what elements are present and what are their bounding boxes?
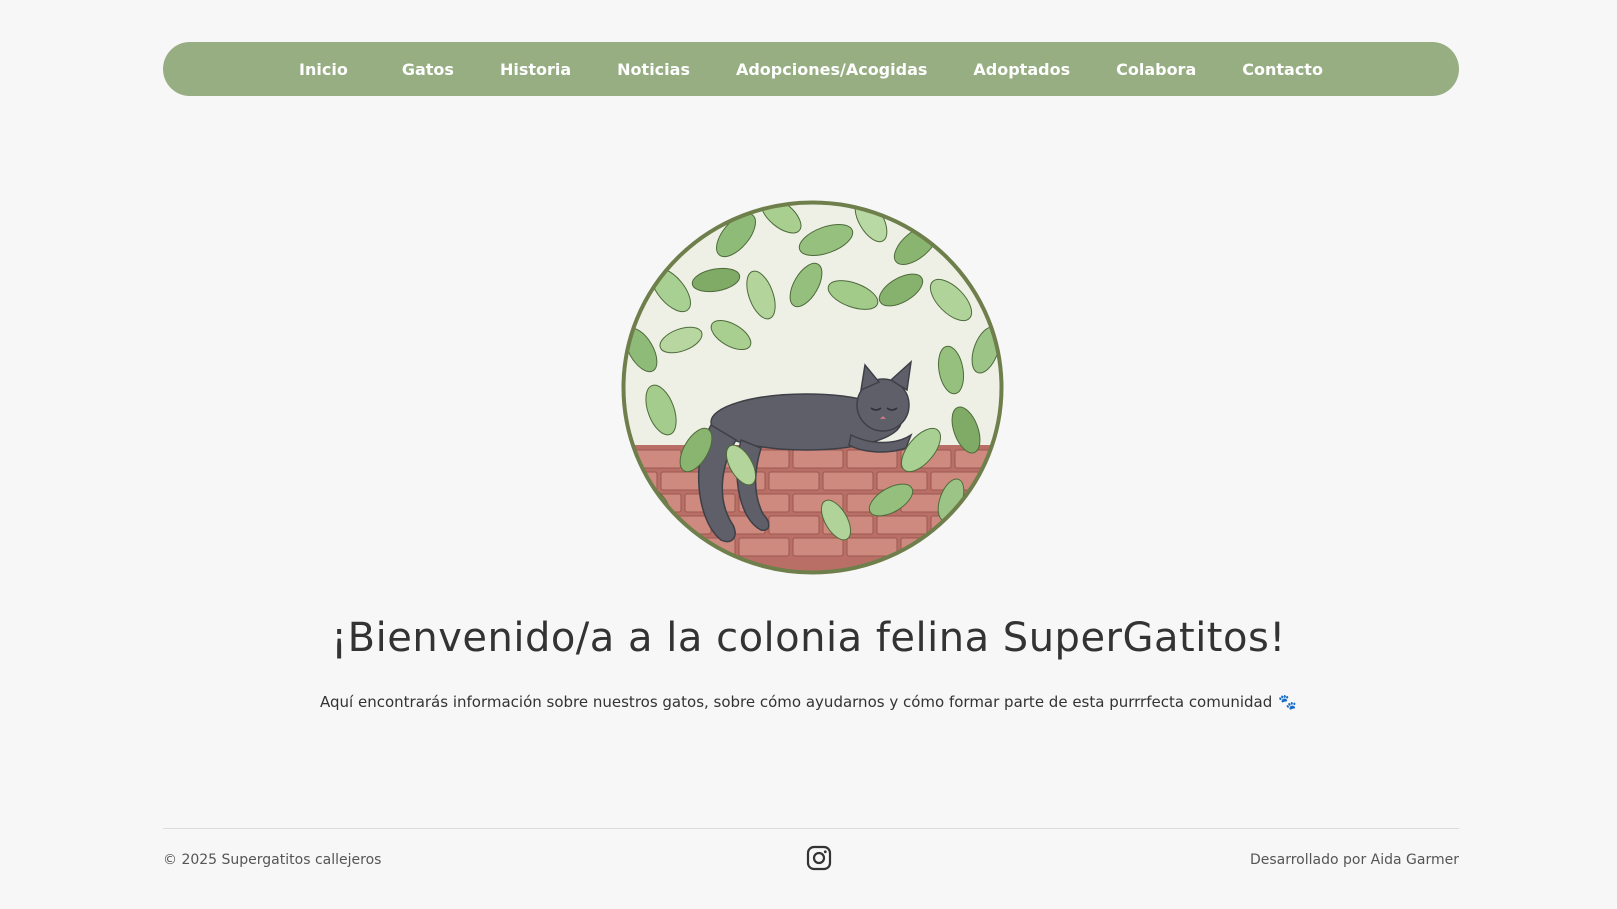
main-navbar: Inicio Gatos Historia Noticias Adopcione… xyxy=(163,42,1459,96)
nav-inicio[interactable]: Inicio xyxy=(299,60,348,79)
nav-contacto[interactable]: Contacto xyxy=(1242,60,1323,79)
instagram-icon[interactable] xyxy=(806,845,832,871)
nav-colabora[interactable]: Colabora xyxy=(1116,60,1196,79)
page-title: ¡Bienvenido/a a la colonia felina SuperG… xyxy=(331,615,1286,661)
nav-adoptados[interactable]: Adoptados xyxy=(973,60,1070,79)
footer-divider xyxy=(163,828,1459,829)
footer-copyright: © 2025 Supergatitos callejeros xyxy=(163,852,382,868)
page: Inicio Gatos Historia Noticias Adopcione… xyxy=(0,0,1617,909)
hero-cat-illustration xyxy=(621,200,1004,575)
nav-noticias[interactable]: Noticias xyxy=(617,60,690,79)
nav-adopciones-acogidas[interactable]: Adopciones/Acogidas xyxy=(736,60,927,79)
footer-credit: Desarrollado por Aida Garmer xyxy=(1249,852,1459,868)
nav-historia[interactable]: Historia xyxy=(500,60,571,79)
paw-icon: 🐾 xyxy=(1278,693,1297,711)
subtitle-text: Aquí encontrarás información sobre nuest… xyxy=(320,693,1273,711)
page-subtitle: Aquí encontrarás información sobre nuest… xyxy=(0,693,1617,711)
nav-gatos[interactable]: Gatos xyxy=(402,60,454,79)
